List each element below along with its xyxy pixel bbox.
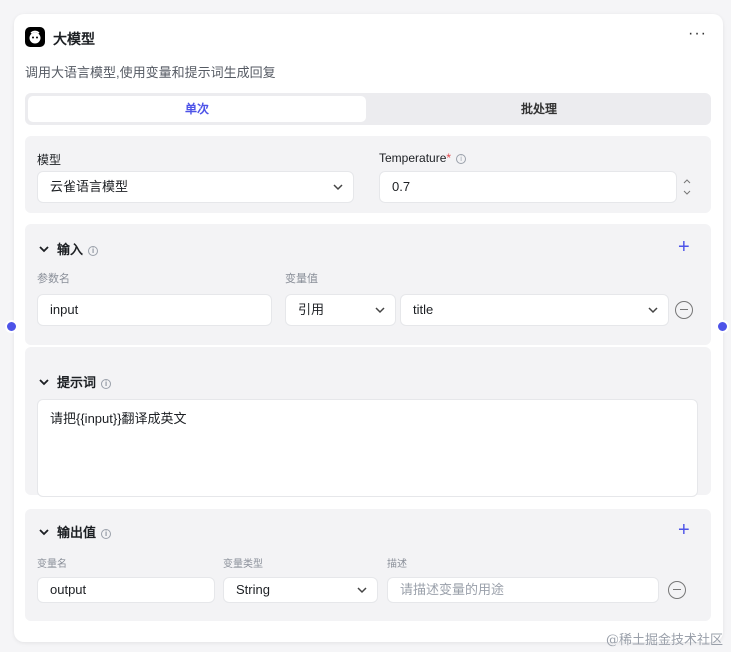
output-desc-input[interactable]: 请描述变量的用途 bbox=[387, 577, 659, 603]
prompt-text: 请把{{input}}翻译成英文 bbox=[50, 411, 187, 426]
tab-batch[interactable]: 批处理 bbox=[370, 96, 708, 122]
tab-single[interactable]: 单次 bbox=[28, 96, 366, 122]
output-section: 输出值 i + 变量名 变量类型 描述 output String 请描述变量的用… bbox=[25, 509, 711, 621]
chevron-down-icon bbox=[357, 585, 367, 595]
watermark-text: @稀土掘金技术社区 bbox=[605, 633, 723, 648]
input-section: 输入 i + 参数名 变量值 input 引用 title bbox=[25, 224, 711, 345]
chevron-down-icon bbox=[333, 182, 343, 192]
param-name-header: 参数名 bbox=[37, 273, 70, 285]
model-logo-icon bbox=[25, 27, 45, 47]
model-label: 模型 bbox=[37, 153, 62, 167]
prompt-textarea[interactable]: 请把{{input}}翻译成英文 bbox=[37, 399, 698, 497]
input-title-text: 输入 bbox=[57, 242, 84, 257]
info-icon: i bbox=[101, 378, 112, 389]
var-type-header: 变量类型 bbox=[223, 559, 263, 570]
input-section-title: 输入 i bbox=[57, 239, 99, 258]
prompt-title-text: 提示词 bbox=[57, 375, 97, 390]
mode-tabs: 单次 批处理 bbox=[25, 93, 711, 125]
remove-output-button[interactable] bbox=[668, 581, 686, 599]
chevron-down-icon bbox=[648, 305, 658, 315]
chevron-down-icon bbox=[375, 305, 385, 315]
node-title: 大模型 bbox=[53, 31, 95, 47]
prompt-section: 提示词 i 请把{{input}}翻译成英文 bbox=[25, 347, 711, 497]
add-output-button[interactable]: + bbox=[678, 520, 690, 540]
temperature-input[interactable]: 0.7 bbox=[379, 171, 677, 203]
param-name-input[interactable]: input bbox=[37, 294, 272, 326]
var-name-header: 变量名 bbox=[37, 559, 67, 570]
node-description: 调用大语言模型,使用变量和提示词生成回复 bbox=[25, 65, 276, 80]
add-input-button[interactable]: + bbox=[678, 237, 690, 257]
info-icon: i bbox=[456, 153, 467, 164]
more-horizontal-icon[interactable]: ··· bbox=[688, 25, 707, 43]
output-name-input[interactable]: output bbox=[37, 577, 215, 603]
llm-node-card[interactable]: 大模型 ··· 调用大语言模型,使用变量和提示词生成回复 单次 批处理 模型 云… bbox=[14, 14, 723, 642]
output-section-title: 输出值 i bbox=[57, 522, 112, 541]
desc-header: 描述 bbox=[387, 559, 407, 570]
output-name-value: output bbox=[50, 582, 87, 597]
remove-input-button[interactable] bbox=[675, 301, 693, 319]
param-name-value: input bbox=[50, 302, 79, 317]
model-section: 模型 云雀语言模型 Temperature* i 0.7 bbox=[25, 136, 711, 213]
model-select[interactable]: 云雀语言模型 bbox=[37, 171, 354, 203]
required-mark: * bbox=[446, 151, 452, 165]
info-icon: i bbox=[101, 528, 112, 539]
output-type-value: String bbox=[236, 582, 270, 597]
temperature-label: Temperature* i bbox=[379, 151, 467, 165]
temperature-value: 0.7 bbox=[392, 179, 411, 194]
info-icon: i bbox=[88, 245, 99, 256]
collapse-chevron-icon[interactable] bbox=[39, 241, 49, 253]
model-select-value: 云雀语言模型 bbox=[50, 179, 129, 194]
output-title-text: 输出值 bbox=[57, 525, 97, 540]
output-port-handle[interactable] bbox=[716, 320, 729, 333]
ref-value-select[interactable]: title bbox=[400, 294, 669, 326]
ref-type-select[interactable]: 引用 bbox=[285, 294, 396, 326]
temperature-stepper[interactable] bbox=[681, 171, 693, 203]
ref-value-text: title bbox=[413, 302, 434, 317]
node-header: 大模型 ··· bbox=[25, 25, 711, 51]
collapse-chevron-icon[interactable] bbox=[39, 524, 49, 536]
output-desc-placeholder: 请描述变量的用途 bbox=[400, 582, 505, 597]
input-port-handle[interactable] bbox=[5, 320, 18, 333]
output-type-select[interactable]: String bbox=[223, 577, 378, 603]
temperature-label-text: Temperature bbox=[379, 151, 447, 165]
var-value-header: 变量值 bbox=[285, 273, 318, 285]
ref-type-value: 引用 bbox=[298, 302, 325, 317]
collapse-chevron-icon[interactable] bbox=[39, 374, 49, 386]
prompt-section-title: 提示词 i bbox=[57, 372, 112, 391]
